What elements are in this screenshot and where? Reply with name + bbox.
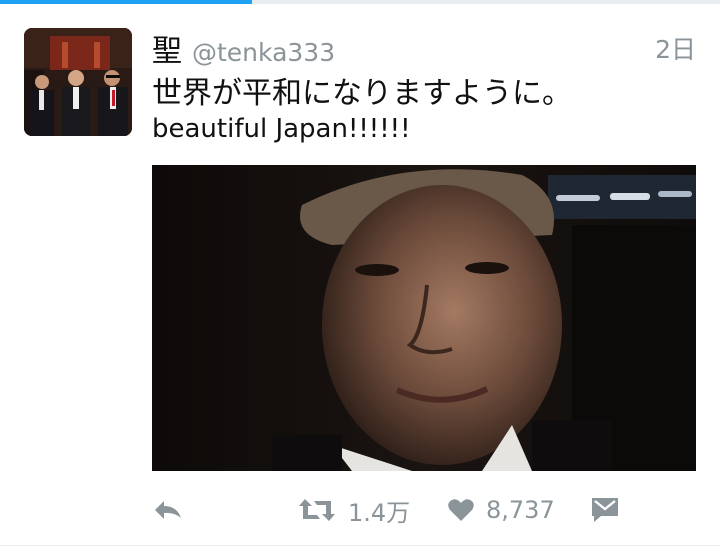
- tweet-header: 聖 @tenka333: [152, 26, 335, 69]
- direct-message-icon: [592, 498, 618, 522]
- user-handle[interactable]: @tenka333: [192, 38, 335, 67]
- reply-icon: [155, 501, 181, 519]
- tweet-actions: 1.4万 8,737: [0, 488, 720, 532]
- avatar-photo: [24, 28, 132, 136]
- like-button[interactable]: 8,737: [448, 488, 555, 532]
- retweet-button[interactable]: 1.4万: [298, 488, 410, 532]
- tweet-text-line2: beautiful Japan!!!!!!: [152, 114, 411, 144]
- reply-button[interactable]: [152, 488, 184, 532]
- tweet-text-line1: 世界が平和になりますように。: [152, 76, 572, 111]
- display-name[interactable]: 聖: [152, 26, 182, 70]
- like-count: 8,737: [486, 496, 555, 524]
- tweet-timestamp[interactable]: 2日: [655, 30, 696, 66]
- direct-message-button[interactable]: [590, 488, 620, 532]
- photo-portrait: [152, 165, 696, 471]
- loading-progress-bar: [0, 0, 720, 4]
- avatar[interactable]: [24, 28, 132, 136]
- divider: [0, 545, 720, 546]
- heart-icon: [448, 499, 474, 521]
- tweet-media-photo[interactable]: [152, 165, 696, 471]
- tweet-card: 聖 @tenka333 2日 世界が平和になりますように。 beautiful …: [0, 0, 720, 550]
- retweet-count: 1.4万: [348, 498, 411, 527]
- loading-progress-fill: [0, 0, 252, 4]
- retweet-icon: [299, 499, 335, 521]
